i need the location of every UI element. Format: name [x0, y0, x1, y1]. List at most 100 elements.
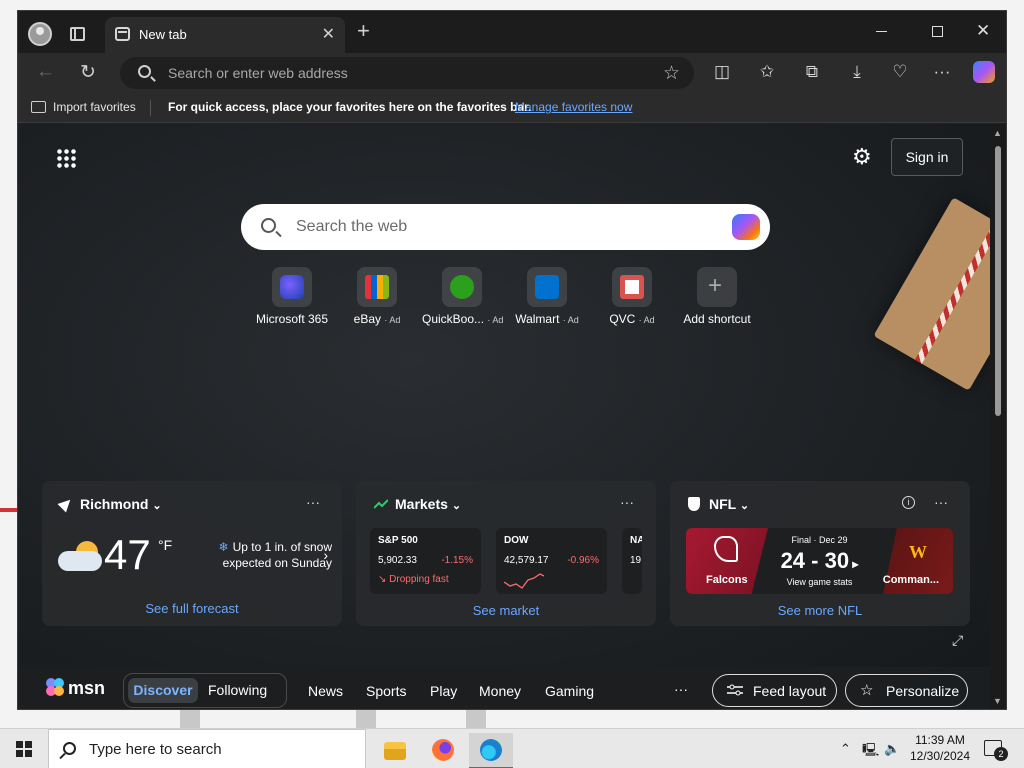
see-full-forecast-link[interactable]: See full forecast — [42, 601, 342, 616]
shortcut-tile: + — [697, 267, 737, 307]
tab-actions-icon[interactable] — [70, 27, 85, 41]
shortcut-label: Add shortcut — [683, 312, 751, 326]
navigation-toolbar: ← ↻ ☆ ◫ ✩ ⧉ ⤓ ♡ ··· — [18, 53, 1006, 93]
search-icon — [261, 218, 276, 233]
manage-favorites-link[interactable]: Manage favorites now — [515, 100, 632, 114]
app-launcher-icon[interactable] — [56, 148, 76, 168]
markets-card[interactable]: Markets ⌄ ··· S&P 500 5,902.33 -1.15% ↘ … — [356, 481, 656, 626]
vertical-scrollbar[interactable]: ▲ ▼ — [990, 124, 1006, 709]
copilot-icon[interactable] — [973, 61, 995, 83]
address-input[interactable] — [168, 57, 638, 89]
info-icon[interactable]: i — [902, 496, 915, 509]
plus-icon: + — [708, 272, 723, 299]
ticker-name: DOW — [504, 535, 529, 546]
more-options-icon[interactable]: ··· — [934, 494, 948, 510]
system-clock[interactable]: 11:39 AM 12/30/2024 — [904, 732, 976, 764]
browser-essentials-icon[interactable]: ♡ — [889, 61, 911, 83]
clock-time: 11:39 AM — [915, 733, 965, 747]
favorites-bar-message: For quick access, place your favorites h… — [168, 100, 532, 114]
web-search-input[interactable] — [296, 204, 696, 250]
weather-alert[interactable]: ❄ Up to 1 in. of snow expected on Sunday — [192, 539, 332, 571]
tab-following[interactable]: Following — [208, 678, 267, 703]
desktop-accent-strip — [0, 508, 18, 512]
close-tab-icon[interactable]: ✕ — [322, 24, 335, 44]
shortcut-tile — [272, 267, 312, 307]
shortcut-microsoft-365[interactable]: Microsoft 365 — [252, 267, 332, 326]
chevron-down-icon: ⌄ — [152, 500, 162, 512]
windows-start-icon[interactable] — [16, 741, 32, 757]
taskbar-file-explorer[interactable] — [373, 733, 417, 768]
msn-butterfly-icon[interactable] — [44, 676, 66, 698]
shortcut-ebay[interactable]: eBay · Ad — [337, 267, 417, 326]
import-favorites-button[interactable]: Import favorites — [53, 100, 136, 114]
view-game-stats-link[interactable]: View game stats — [686, 577, 953, 587]
taskbar-search-box[interactable]: Type here to search — [48, 729, 366, 768]
volume-muted-icon[interactable]: 🔈 — [884, 741, 900, 757]
more-options-icon[interactable]: ··· — [620, 494, 634, 510]
game-score-tile[interactable]: W Falcons Comman... Final · Dec 29 24 - … — [686, 528, 953, 594]
settings-more-icon[interactable]: ··· — [931, 61, 953, 83]
tab-discover[interactable]: Discover — [128, 678, 198, 703]
nav-news[interactable]: News — [308, 683, 343, 699]
close-window-icon[interactable]: ✕ — [976, 21, 990, 41]
web-search-box[interactable] — [241, 204, 770, 250]
see-market-link[interactable]: See market — [356, 603, 656, 618]
favorites-bar: Import favorites For quick access, place… — [18, 93, 1006, 123]
personalize-button[interactable]: ☆ Personalize — [845, 674, 968, 707]
nav-sports[interactable]: Sports — [366, 683, 406, 699]
downloads-icon[interactable]: ⤓ — [846, 61, 868, 83]
nav-gaming[interactable]: Gaming — [545, 683, 594, 699]
sliders-icon — [727, 684, 743, 696]
qvc-logo-icon — [620, 275, 644, 299]
shortcut-quickbooks[interactable]: QuickBoo... · Ad — [422, 267, 503, 326]
more-nav-icon[interactable]: ··· — [674, 681, 688, 697]
taskbar-edge[interactable] — [469, 733, 513, 768]
nfl-title[interactable]: NFL ⌄ — [688, 496, 749, 512]
weather-card[interactable]: Richmond ⌄ ··· 47 °F ❄ Up to 1 in. of sno… — [42, 481, 342, 626]
see-more-nfl-link[interactable]: See more NFL — [670, 603, 970, 618]
nav-play[interactable]: Play — [430, 683, 457, 699]
add-favorite-star-icon[interactable]: ☆ — [663, 62, 680, 85]
profile-avatar-icon[interactable] — [28, 22, 52, 46]
chevron-right-icon[interactable]: › — [323, 547, 328, 563]
network-icon[interactable]: 🖳 — [862, 741, 879, 763]
shortcut-label: Microsoft 365 — [255, 312, 329, 326]
page-settings-gear-icon[interactable]: ⚙ — [852, 144, 872, 170]
maximize-icon[interactable] — [932, 26, 943, 37]
favorites-icon[interactable]: ✩ — [756, 61, 778, 83]
nav-money[interactable]: Money — [479, 683, 521, 699]
nfl-card[interactable]: NFL ⌄ i ··· W Falcons Comman... Final · … — [670, 481, 970, 626]
tab-new-tab[interactable]: New tab ✕ — [105, 17, 345, 53]
microsoft-365-logo-icon — [280, 275, 304, 299]
msn-logo-text[interactable]: msn — [68, 678, 105, 699]
more-options-icon[interactable]: ··· — [306, 494, 320, 510]
collections-icon[interactable]: ⧉ — [801, 61, 823, 83]
sign-in-button[interactable]: Sign in — [891, 138, 963, 176]
back-arrow-icon[interactable]: ← — [36, 61, 55, 83]
copilot-search-icon[interactable] — [732, 214, 760, 240]
show-hidden-icons-chevron-icon[interactable]: ⌃ — [840, 741, 851, 757]
minimize-icon[interactable] — [876, 31, 887, 32]
new-tab-plus-icon[interactable]: + — [357, 20, 370, 42]
taskbar-firefox[interactable] — [421, 733, 465, 768]
shortcut-qvc[interactable]: QVC · Ad — [592, 267, 672, 326]
shortcut-walmart[interactable]: Walmart · Ad — [507, 267, 587, 326]
ticker-dow[interactable]: DOW 42,579.17 -0.96% — [496, 528, 607, 594]
split-screen-icon[interactable]: ◫ — [711, 61, 733, 83]
feed-layout-button[interactable]: Feed layout — [712, 674, 837, 707]
expand-icon[interactable]: ⤢ — [952, 632, 963, 649]
scroll-down-icon[interactable]: ▼ — [993, 696, 1002, 706]
address-bar[interactable]: ☆ — [120, 57, 694, 89]
markets-title[interactable]: Markets ⌄ — [374, 496, 461, 512]
shortcut-label: Walmart · Ad — [515, 312, 579, 326]
weather-location[interactable]: Richmond ⌄ — [57, 495, 162, 513]
ticker-sp500[interactable]: S&P 500 5,902.33 -1.15% ↘ Dropping fast — [370, 528, 481, 594]
quickbooks-logo-icon — [450, 275, 474, 299]
chevron-down-icon: ⌄ — [739, 500, 750, 512]
refresh-icon[interactable]: ↻ — [80, 61, 96, 84]
shortcut-add[interactable]: + Add shortcut — [677, 267, 757, 326]
scrollbar-thumb[interactable] — [995, 146, 1001, 416]
notification-count-badge: 2 — [994, 747, 1008, 761]
ticker-nasdaq[interactable]: NA 19,4 — [622, 528, 642, 594]
scroll-up-icon[interactable]: ▲ — [993, 128, 1002, 138]
